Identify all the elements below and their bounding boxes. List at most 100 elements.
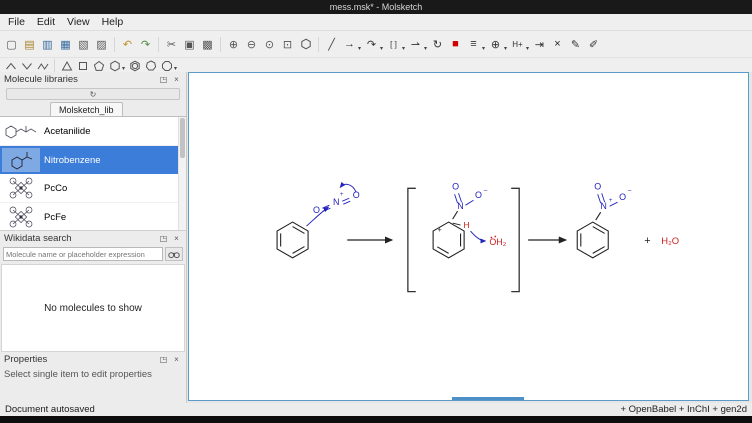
copy-icon[interactable]: ▣ xyxy=(181,36,198,53)
undo-icon[interactable]: ↶ xyxy=(119,36,136,53)
water-byproduct[interactable]: H₂O xyxy=(661,236,679,247)
canvas-area: O N + O xyxy=(187,72,752,403)
angle-down-icon[interactable] xyxy=(19,60,34,73)
library-item-acetanilide[interactable]: Acetanilide xyxy=(0,117,186,146)
print-icon[interactable]: ▨ xyxy=(93,36,110,53)
chain-tool-icon[interactable] xyxy=(35,60,50,73)
ring-3-icon[interactable] xyxy=(59,60,74,73)
charge-plus[interactable]: + xyxy=(609,198,613,204)
new-document-icon[interactable]: ▢ xyxy=(3,36,20,53)
float-panel-icon[interactable]: ◳ xyxy=(158,234,169,243)
charge-minus[interactable]: − xyxy=(483,187,487,194)
dropdown-arrow-icon[interactable]: ▾ xyxy=(482,45,485,52)
benzene-ring-icon[interactable] xyxy=(127,60,142,73)
zoom-original-icon[interactable]: ⊙ xyxy=(261,36,278,53)
rotate-tool-icon[interactable]: ↻ xyxy=(429,36,446,53)
menu-item-help[interactable]: Help xyxy=(96,15,130,29)
arenium-intermediate[interactable]: N O O − H + xyxy=(433,181,487,258)
dropdown-arrow-icon[interactable]: ▾ xyxy=(174,65,177,72)
nitronium-electrophile[interactable]: O N + O xyxy=(306,184,359,226)
dropdown-arrow-icon[interactable]: ▾ xyxy=(122,65,125,72)
ring-6-icon[interactable]: ▾ xyxy=(107,60,122,73)
close-panel-icon[interactable]: × xyxy=(171,234,182,243)
save-as-icon[interactable]: ▦ xyxy=(57,36,74,53)
line-width-icon[interactable]: ≡▾ xyxy=(465,36,482,53)
plus-sign[interactable]: + xyxy=(644,235,650,247)
mechanism-arrow-tool-icon[interactable]: ⇀▾ xyxy=(407,36,424,53)
atom-label-o[interactable]: O xyxy=(594,181,601,191)
dropdown-arrow-icon[interactable]: ▾ xyxy=(424,45,427,52)
bracket-tool-icon[interactable]: [ ]▾ xyxy=(385,36,402,53)
menu-item-edit[interactable]: Edit xyxy=(31,15,61,29)
hydrogen-add-icon[interactable]: H+▾ xyxy=(509,36,526,53)
wikidata-search-button[interactable] xyxy=(165,247,183,261)
titlebar[interactable]: mess.msk* - Molsketch xyxy=(0,0,752,14)
zoom-fit-icon[interactable]: ⊡ xyxy=(279,36,296,53)
horizontal-scrollbar-thumb[interactable] xyxy=(452,397,524,400)
float-panel-icon[interactable]: ◳ xyxy=(158,355,169,364)
drawing-canvas[interactable]: O N + O xyxy=(188,72,749,401)
close-panel-icon[interactable]: × xyxy=(171,75,182,84)
delete-tool-icon[interactable]: × xyxy=(549,36,566,53)
atom-label-h[interactable]: H xyxy=(463,220,469,230)
charge-plus[interactable]: + xyxy=(438,227,442,234)
ring-7-icon[interactable] xyxy=(143,60,158,73)
atom-label-o[interactable]: O xyxy=(452,181,459,191)
toolbar-separator xyxy=(158,37,159,52)
atom-label-o[interactable]: O xyxy=(619,192,626,202)
tab-molsketch-lib[interactable]: Molsketch_lib xyxy=(50,102,123,116)
library-item-nitrobenzene[interactable]: Nitrobenzene xyxy=(0,146,186,174)
save-icon[interactable]: ▥ xyxy=(39,36,56,53)
charge-minus[interactable]: − xyxy=(627,188,631,195)
library-item-pcfe[interactable]: PcFe xyxy=(0,203,186,231)
ring-5-icon[interactable] xyxy=(91,60,106,73)
molecule-thumbnail xyxy=(2,148,40,172)
dropdown-arrow-icon[interactable]: ▾ xyxy=(380,45,383,52)
charge-plus[interactable]: + xyxy=(340,192,344,198)
pen-settings-icon[interactable]: ✐ xyxy=(585,36,602,53)
water-label[interactable]: H₂O xyxy=(661,236,679,247)
color-picker-icon[interactable]: ■ xyxy=(447,36,464,53)
library-item-pcco[interactable]: PcCo xyxy=(0,174,186,203)
dropdown-arrow-icon[interactable]: ▾ xyxy=(402,45,405,52)
charge-plus-icon[interactable]: ⊕▾ xyxy=(487,36,504,53)
hydrogen-shift-icon[interactable]: ⇥ xyxy=(531,36,548,53)
ring-4-icon[interactable] xyxy=(75,60,90,73)
draw-bond-icon[interactable]: ╱ xyxy=(323,36,340,53)
open-file-icon[interactable]: ▤ xyxy=(21,36,38,53)
angle-up-icon[interactable] xyxy=(3,60,18,73)
toolbar-separator xyxy=(318,37,319,52)
pen-tool-icon[interactable]: ✎ xyxy=(567,36,584,53)
dropdown-arrow-icon[interactable]: ▾ xyxy=(526,45,529,52)
scrollbar-thumb[interactable] xyxy=(180,118,185,158)
product-nitrobenzene[interactable]: N + O O − xyxy=(577,181,631,258)
close-panel-icon[interactable]: × xyxy=(171,355,182,364)
redo-icon[interactable]: ↷ xyxy=(137,36,154,53)
float-panel-icon[interactable]: ◳ xyxy=(158,75,169,84)
atom-label-n[interactable]: N xyxy=(600,201,606,211)
ring-8-icon[interactable]: ▾ xyxy=(159,60,174,73)
reactant-benzene[interactable] xyxy=(277,222,308,258)
zoom-in-icon[interactable]: ⊕ xyxy=(225,36,242,53)
reaction-arrow-tool-icon[interactable]: →▾ xyxy=(341,36,358,53)
atom-label-n[interactable]: N xyxy=(333,197,339,207)
menu-item-file[interactable]: File xyxy=(2,15,31,29)
zoom-out-icon[interactable]: ⊖ xyxy=(243,36,260,53)
dropdown-arrow-icon[interactable]: ▾ xyxy=(504,45,507,52)
water-nucleophile[interactable]: OH₂ xyxy=(489,236,506,247)
paste-icon[interactable]: ▩ xyxy=(199,36,216,53)
wikidata-search-input[interactable] xyxy=(3,247,163,261)
atom-label-o[interactable]: O xyxy=(475,190,482,200)
atom-label-n[interactable]: N xyxy=(457,201,463,211)
dropdown-arrow-icon[interactable]: ▾ xyxy=(358,45,361,52)
curved-arrow-deprotonation[interactable] xyxy=(470,231,485,241)
water-label[interactable]: OH₂ xyxy=(489,237,506,247)
insert-molecule-icon[interactable] xyxy=(297,36,314,53)
curved-arrow-tool-icon[interactable]: ↷▾ xyxy=(363,36,380,53)
export-image-icon[interactable]: ▧ xyxy=(75,36,92,53)
menu-item-view[interactable]: View xyxy=(61,15,96,29)
library-scrollbar[interactable] xyxy=(178,117,186,230)
reload-library-button[interactable]: ↻ xyxy=(6,88,180,100)
atom-label-o[interactable]: O xyxy=(313,205,320,215)
cut-icon[interactable]: ✂ xyxy=(163,36,180,53)
